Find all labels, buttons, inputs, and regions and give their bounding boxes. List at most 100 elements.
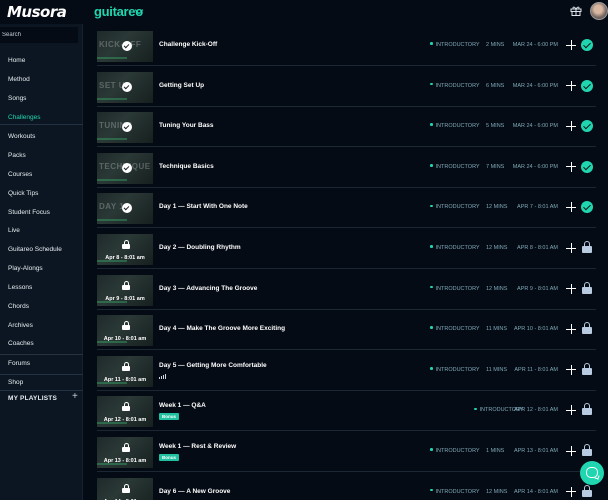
- add-to-playlist-button[interactable]: [566, 40, 576, 50]
- sidebar-item-student-focus[interactable]: Student Focus: [8, 209, 50, 216]
- lesson-duration: 12 MINS: [486, 488, 508, 495]
- add-to-playlist-button[interactable]: [566, 405, 576, 416]
- my-playlists-label[interactable]: MY PLAYLISTS: [8, 395, 57, 402]
- thumbnail-progress-strip: [97, 97, 127, 100]
- app-root: Musora guitareo Home Method Songs Challenge…: [0, 0, 608, 500]
- lesson-row[interactable]: TECHNIQUE Technique Basics INTRODUCTORY 7 M…: [97, 148, 596, 188]
- lesson-title[interactable]: Day 4 — Make The Groove More Exciting: [159, 325, 285, 332]
- thumbnail-progress-strip: [97, 178, 127, 181]
- sidebar-item-courses[interactable]: Courses: [8, 171, 32, 178]
- sidebar-item-archives[interactable]: Archives: [8, 322, 33, 329]
- lesson-thumbnail[interactable]: SET UP: [97, 71, 153, 103]
- lesson-title[interactable]: Getting Set Up: [159, 82, 204, 89]
- lesson-date: APR 12 - 8:01 AM: [513, 407, 558, 414]
- lesson-thumbnail[interactable]: Apr 14 - 8:01 am: [97, 477, 153, 500]
- lock-icon: [582, 362, 592, 375]
- lesson-row[interactable]: Apr 10 - 8:01 am Day 4 — Make The Groove …: [97, 310, 596, 351]
- lock-icon: [582, 444, 592, 456]
- lesson-thumbnail[interactable]: Apr 8 - 8:01 am: [97, 234, 153, 265]
- difficulty-level: INTRODUCTORY: [430, 367, 480, 373]
- lesson-row[interactable]: Apr 14 - 8:01 am Day 6 — A New Groove INTR…: [97, 473, 596, 500]
- sidebar-item-shop[interactable]: Shop: [8, 379, 23, 386]
- add-to-playlist-button[interactable]: [566, 486, 576, 497]
- lesson-title[interactable]: Week 1 — Rest & Review: [159, 443, 236, 450]
- sidebar-item-guitareo-schedule[interactable]: Guitareo Schedule: [8, 246, 62, 253]
- sidebar-item-forums[interactable]: Forums: [8, 360, 30, 367]
- sidebar-item-workouts[interactable]: Workouts: [8, 133, 35, 140]
- lesson-title[interactable]: Day 6 — A New Groove: [159, 488, 230, 495]
- sidebar-item-home[interactable]: Home: [8, 57, 25, 64]
- thumbnail-text: KICK-OFF: [99, 40, 142, 49]
- check-icon: [122, 41, 132, 51]
- lesson-thumbnail[interactable]: DAY 1: [97, 193, 153, 225]
- difficulty-level: INTRODUCTORY: [430, 448, 480, 454]
- musora-logo[interactable]: Musora: [7, 3, 67, 21]
- lesson-duration: 6 MINS: [486, 82, 505, 89]
- lesson-title[interactable]: Day 1 — Start With One Note: [159, 203, 248, 210]
- lock-icon: [582, 241, 592, 253]
- add-to-playlist-button[interactable]: [566, 364, 576, 375]
- add-to-playlist-button[interactable]: [566, 324, 576, 335]
- lesson-thumbnail[interactable]: TUNING: [97, 112, 153, 144]
- search-input[interactable]: [0, 27, 78, 43]
- gift-icon[interactable]: [570, 6, 582, 16]
- release-date: Apr 12 - 8:01 am: [103, 417, 147, 424]
- lesson-duration: 11 MINS: [486, 366, 507, 373]
- lesson-row[interactable]: Apr 9 - 8:01 am Day 3 — Advancing The Gro…: [97, 270, 596, 310]
- add-to-playlist-button[interactable]: [566, 446, 576, 456]
- lesson-title[interactable]: Challenge Kick-Off: [159, 41, 217, 48]
- lesson-row[interactable]: Apr 11 - 8:01 am Day 5 — Getting More Com…: [97, 351, 596, 391]
- lesson-date: MAR 24 - 6:00 PM: [512, 123, 558, 130]
- sidebar-item-challenges[interactable]: Challenges: [8, 114, 41, 121]
- add-to-playlist-button[interactable]: [566, 243, 576, 253]
- lesson-duration: 11 MINS: [486, 326, 507, 333]
- lesson-row[interactable]: KICK-OFF Challenge Kick-Off INTRODUCTORY 2 …: [97, 26, 596, 66]
- sidebar-item-lessons[interactable]: Lessons: [8, 284, 32, 291]
- lesson-row[interactable]: SET UP Getting Set Up INTRODUCTORY 6 MINS MA…: [97, 67, 596, 107]
- sidebar-item-chords[interactable]: Chords: [8, 303, 29, 310]
- lock-icon: [582, 281, 592, 294]
- lesson-date: APR 13 - 8:01 AM: [513, 448, 558, 454]
- add-to-playlist-button[interactable]: [566, 283, 576, 294]
- lesson-thumbnail[interactable]: Apr 12 - 8:01 am: [97, 396, 153, 428]
- lesson-thumbnail[interactable]: Apr 13 - 8:01 am: [97, 437, 153, 468]
- add-to-playlist-button[interactable]: [566, 161, 576, 172]
- lesson-row[interactable]: TUNING Tuning Your Bass INTRODUCTORY 5 MINS…: [97, 107, 596, 148]
- chat-support-icon[interactable]: [580, 461, 604, 485]
- sidebar-item-method[interactable]: Method: [8, 76, 30, 83]
- add-to-playlist-button[interactable]: [566, 80, 576, 91]
- sidebar-item-live[interactable]: Live: [8, 227, 20, 234]
- lesson-row[interactable]: Apr 12 - 8:01 am Week 1 — Q&A Bonus INTRODU…: [97, 391, 596, 432]
- lesson-title[interactable]: Week 1 — Q&A: [159, 402, 206, 409]
- lesson-title[interactable]: Day 3 — Advancing The Groove: [159, 285, 257, 292]
- lesson-thumbnail[interactable]: TECHNIQUE: [97, 152, 153, 184]
- add-playlist-icon[interactable]: +: [72, 391, 78, 402]
- lesson-row[interactable]: Apr 8 - 8:01 am Day 2 — Doubling Rhythm IN…: [97, 229, 596, 269]
- lesson-row[interactable]: Apr 13 - 8:01 am Week 1 — Rest & Review Bo…: [97, 432, 596, 472]
- lesson-title[interactable]: Technique Basics: [159, 163, 214, 170]
- sidebar-item-packs[interactable]: Packs: [8, 152, 26, 159]
- difficulty-level: INTRODUCTORY: [430, 489, 480, 495]
- lesson-title[interactable]: Day 2 — Doubling Rhythm: [159, 244, 241, 251]
- sidebar-item-play-alongs[interactable]: Play-Alongs: [8, 265, 43, 272]
- sidebar-item-songs[interactable]: Songs: [8, 95, 26, 102]
- add-to-playlist-button[interactable]: [566, 202, 576, 213]
- thumbnail-progress-strip: [97, 57, 127, 59]
- lesson-row[interactable]: DAY 1 Day 1 — Start With One Note INTRODUC…: [97, 188, 596, 229]
- top-bar: Musora guitareo: [0, 0, 608, 24]
- lesson-thumbnail[interactable]: KICK-OFF: [97, 31, 153, 62]
- lesson-duration: 12 MINS: [486, 204, 508, 211]
- completed-check-icon: [581, 160, 593, 173]
- release-date: Apr 11 - 8:01 am: [103, 376, 147, 383]
- lesson-title[interactable]: Day 5 — Getting More Comfortable: [159, 362, 267, 369]
- sidebar-item-quick-tips[interactable]: Quick Tips: [8, 190, 38, 197]
- user-avatar[interactable]: [590, 2, 608, 20]
- release-date: Apr 8 - 8:01 am: [105, 255, 145, 261]
- sidebar-item-coaches[interactable]: Coaches: [8, 340, 34, 347]
- lesson-title[interactable]: Tuning Your Bass: [159, 122, 214, 129]
- add-to-playlist-button[interactable]: [566, 121, 576, 132]
- lesson-thumbnail[interactable]: Apr 11 - 8:01 am: [97, 355, 153, 387]
- lesson-thumbnail[interactable]: Apr 9 - 8:01 am: [97, 274, 153, 306]
- sidebar-divider: [0, 374, 83, 375]
- lesson-thumbnail[interactable]: Apr 10 - 8:01 am: [97, 315, 153, 347]
